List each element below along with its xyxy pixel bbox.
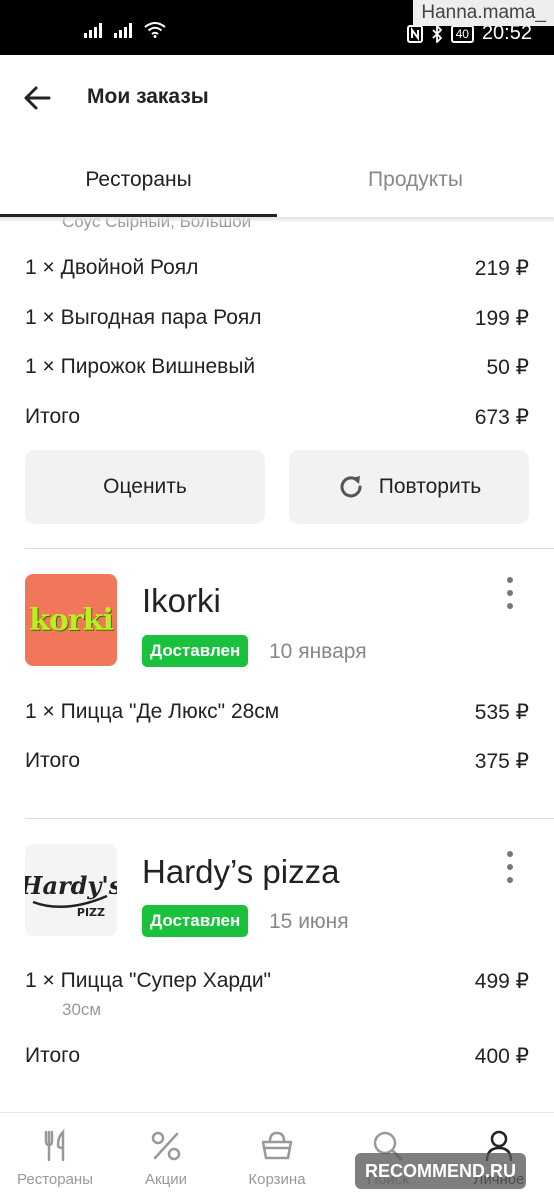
order-item: 1 × Двойной Роял 219 ₽ [25,256,529,281]
signal-indicators [84,22,166,38]
item-name: 1 × Выгодная пара Роял [25,306,262,329]
total-price: 400 ₽ [474,1045,529,1068]
user-watermark: Hanna.mama_ [413,0,554,26]
order-item: 1 × Выгодная пара Роял 199 ₽ [25,306,529,331]
fork-knife-icon [44,1129,65,1162]
divider [25,548,554,549]
restaurant-logo-hardys: Hardy's PIZZ [25,844,117,936]
refresh-icon [340,476,362,498]
total-label: Итого [25,749,81,772]
item-price: 499 ₽ [474,970,529,993]
repeat-button[interactable]: Повторить [289,450,529,524]
page-title: Мои заказы [87,85,209,108]
wifi-icon [144,22,166,38]
nav-label: Акции [145,1171,187,1188]
logo-text: korki [29,602,114,638]
hardys-logo-graphic: Hardy's PIZZ [25,871,117,919]
basket-icon [261,1131,293,1160]
restaurant-name[interactable]: Hardy’s pizza [142,853,339,891]
status-badge: Доставлен [142,905,249,937]
bluetooth-icon [431,24,442,43]
nav-cart[interactable]: Корзина [222,1113,332,1200]
battery-level: 40 [450,24,474,43]
nav-restaurants[interactable]: Рестораны [0,1113,110,1200]
restaurant-logo-ikorki: korki [25,574,117,666]
repeat-button-label: Повторить [378,475,482,498]
signal-icon [84,22,102,38]
item-modifier: 30см [62,1000,102,1019]
item-name: 1 × Пицца "Супер Харди" [25,969,272,992]
item-name: 1 × Пицца "Де Люкс" 28см [25,700,280,723]
recommend-watermark: RECOMMEND.RU [355,1153,526,1189]
order-date: 15 июня [269,910,349,933]
signal-icon-2 [114,22,132,38]
total-label: Итого [25,1044,81,1067]
item-price: 199 ₽ [474,307,529,330]
rate-button[interactable]: Оценить [25,450,265,524]
logo-subtext: PIZZ [77,906,105,919]
nfc-icon [406,24,423,43]
order-item: 1 × Пирожок Вишневый 50 ₽ [25,355,529,380]
total-label: Итого [25,405,81,428]
status-badge: Доставлен [142,635,249,667]
nav-promotions[interactable]: Акции [111,1113,221,1200]
orders-list[interactable]: Соус Сырный, Большой 1 × Двойной Роял 21… [0,217,554,1112]
item-price: 535 ₽ [474,701,529,724]
logo-text: Hardy's [25,871,117,900]
order-item: 1 × Пицца "Де Люкс" 28см 535 ₽ [25,700,529,725]
percent-icon [151,1131,181,1161]
total-price: 673 ₽ [474,406,529,429]
tab-restaurants[interactable]: Рестораны [0,141,277,217]
back-arrow-icon[interactable] [22,83,52,113]
order-date: 10 января [269,640,367,663]
status-bar: 40 20:52 Hanna.mama_ [0,0,554,55]
tab-bar-shadow [0,217,554,223]
order-total: Итого 375 ₽ [25,749,529,774]
app-header: Мои заказы [0,55,554,141]
restaurant-name[interactable]: Ikorki [142,582,221,620]
rate-button-label: Оценить [103,475,187,498]
item-name: 1 × Двойной Роял [25,256,199,279]
item-price: 219 ₽ [474,257,529,280]
divider [25,818,554,819]
tab-products[interactable]: Продукты [277,141,554,217]
order-item: 1 × Пицца "Супер Харди" 499 ₽ [25,969,529,994]
more-options-icon[interactable] [503,577,517,609]
order-total: Итого 673 ₽ [25,405,529,430]
total-price: 375 ₽ [474,750,529,773]
item-name: 1 × Пирожок Вишневый [25,355,256,378]
order-total: Итого 400 ₽ [25,1044,529,1069]
tab-bar: Рестораны Продукты [0,141,554,217]
more-options-icon[interactable] [503,851,517,883]
item-price: 50 ₽ [486,356,529,379]
nav-label: Корзина [248,1171,306,1188]
nav-label: Рестораны [17,1171,93,1188]
